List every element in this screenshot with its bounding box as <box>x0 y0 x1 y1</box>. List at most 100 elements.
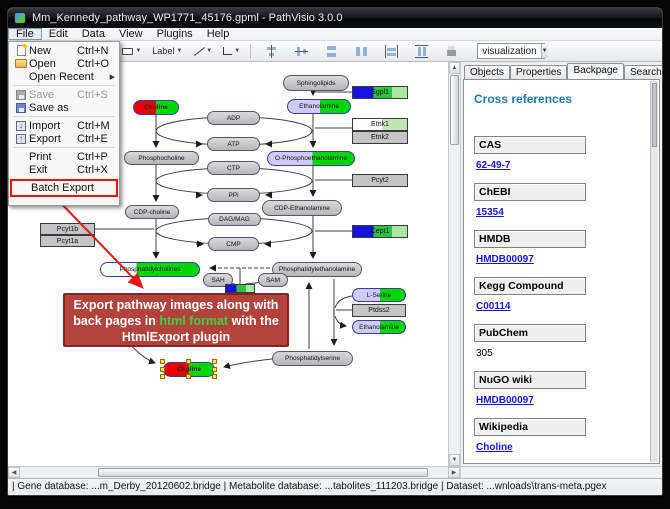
stack-horizontal-button[interactable] <box>351 43 372 60</box>
selection-handle[interactable] <box>212 367 217 372</box>
tab-properties[interactable]: Properties <box>510 65 568 79</box>
file-menu-item-import[interactable]: ↓ImportCtrl+M <box>10 119 118 132</box>
file-menu-item-open[interactable]: OpenCtrl+O <box>10 57 118 70</box>
node-etnk1[interactable]: Etnk1 <box>352 118 408 131</box>
printer-button[interactable] <box>441 43 462 60</box>
horizontal-scroll-thumb[interactable] <box>98 468 428 477</box>
node-ctp[interactable]: CTP <box>207 161 260 175</box>
file-menu-item-export[interactable]: ↑ExportCtrl+E <box>10 132 118 145</box>
menu-item-shortcut: Ctrl+M <box>77 120 115 132</box>
menu-item-label: Print <box>29 151 77 163</box>
menubar-item-view[interactable]: View <box>112 28 150 40</box>
file-menu-item-new[interactable]: NewCtrl+N <box>10 44 118 57</box>
file-menu-item-save[interactable]: SaveCtrl+S <box>10 88 118 101</box>
node-atp[interactable]: ATP <box>207 137 260 151</box>
stack-vertical-button[interactable] <box>321 43 342 60</box>
selection-handle[interactable] <box>186 374 191 379</box>
panel-scrollbar[interactable] <box>650 81 658 462</box>
saveas-icon <box>13 103 29 113</box>
xref-section-kegg-compound: Kegg CompoundC00114 <box>474 277 649 312</box>
chevron-down-icon[interactable]: ▼ <box>234 48 240 54</box>
menubar-item-plugins[interactable]: Plugins <box>150 28 200 40</box>
node-pemt[interactable] <box>225 284 255 293</box>
node-phosphocholine[interactable]: Phosphocholine <box>124 151 199 165</box>
node-ethanolamine-bottom[interactable]: Ethanolamine <box>352 320 406 334</box>
file-menu-item-open-recent[interactable]: Open Recent▶ <box>10 70 118 83</box>
menu-item-label: Open <box>29 58 77 70</box>
selection-handle[interactable] <box>160 359 165 364</box>
scroll-up-icon[interactable]: ▲ <box>449 62 460 74</box>
node-adp[interactable]: ADP <box>207 111 260 125</box>
xref-value-chebi[interactable]: 15354 <box>476 207 649 218</box>
node-cmp[interactable]: CMP <box>208 237 259 251</box>
app-icon <box>14 12 26 24</box>
scroll-right-icon[interactable]: ▶ <box>448 467 460 478</box>
canvas-vertical-scrollbar[interactable]: ▲ ▼ <box>448 62 460 466</box>
selection-handle[interactable] <box>160 374 165 379</box>
xref-value-wikipedia[interactable]: Choline <box>476 442 649 453</box>
label-tool-button[interactable]: Label ▼ <box>148 43 186 60</box>
file-menu-item-save-as[interactable]: Save as <box>10 101 118 114</box>
line-tool-button[interactable]: ▼ <box>189 43 216 60</box>
node-l-serine[interactable]: L-Serine <box>352 288 406 302</box>
xref-value-kegg-compound[interactable]: C00114 <box>476 301 649 312</box>
xref-value-hmdb[interactable]: HMDB00097 <box>476 254 649 265</box>
chevron-down-icon[interactable]: ▼ <box>176 48 182 54</box>
chevron-down-icon[interactable]: ▼ <box>206 48 212 54</box>
vertical-scroll-thumb[interactable] <box>450 75 459 145</box>
align-horizontal-center-button[interactable] <box>261 43 282 60</box>
node-sam[interactable]: SAM <box>258 273 288 287</box>
node-etnk2[interactable]: Etnk2 <box>352 131 408 144</box>
menu-item-shortcut: Ctrl+O <box>77 58 115 70</box>
menubar-item-help[interactable]: Help <box>200 28 237 40</box>
node-sphingolipids[interactable]: Sphingolipids <box>283 75 349 91</box>
node-sgpl1[interactable]: Sgpl1 <box>352 86 408 99</box>
menubar-item-data[interactable]: Data <box>75 28 112 40</box>
gene-product-tool-button[interactable]: ▼ <box>118 43 145 60</box>
file-menu-item-exit[interactable]: ExitCtrl+X <box>10 163 118 176</box>
node-ptdss2[interactable]: Ptdss2 <box>352 304 406 317</box>
xref-value-cas[interactable]: 62-49-7 <box>476 160 649 171</box>
selection-handle[interactable] <box>160 367 165 372</box>
node-pcyt2[interactable]: Pcyt2 <box>352 174 408 187</box>
file-menu-item-print[interactable]: PrintCtrl+P <box>10 150 118 163</box>
title-bar[interactable]: Mm_Kennedy_pathway_WP1771_45176.gpml - P… <box>8 8 662 28</box>
tab-objects[interactable]: Objects <box>464 65 510 79</box>
connector-tool-button[interactable]: ▼ <box>219 43 244 60</box>
node-choline-top[interactable]: Choline <box>133 100 179 115</box>
xref-header-chebi: ChEBI <box>474 183 586 201</box>
node-cdp-choline[interactable]: CDP-choline <box>125 205 179 219</box>
tab-search[interactable]: Search <box>624 65 663 79</box>
chevron-down-icon[interactable]: ▼ <box>541 44 548 58</box>
menu-item-label: Export <box>29 133 77 145</box>
selection-handle[interactable] <box>212 374 217 379</box>
node-o-phosphoethanolamine[interactable]: O-Phosphoethanolamine <box>267 151 355 166</box>
node-ppi[interactable]: PPi <box>207 188 260 202</box>
chevron-down-icon[interactable]: ▼ <box>135 48 141 54</box>
scroll-left-icon[interactable]: ◀ <box>8 467 20 478</box>
file-menu-item-batch-export[interactable]: Batch Export <box>10 179 118 197</box>
xref-value-nugo-wiki[interactable]: HMDB00097 <box>476 395 649 406</box>
visualization-combobox[interactable]: visualization ▼ <box>477 43 545 59</box>
scroll-down-icon[interactable]: ▼ <box>449 454 460 466</box>
selection-handle[interactable] <box>186 359 191 364</box>
canvas-horizontal-scrollbar[interactable]: ◀ ▶ <box>8 466 460 478</box>
annotation-highlight: html format <box>159 314 228 328</box>
node-pcyt1b[interactable]: Pcyt1b <box>40 223 95 235</box>
panel-scroll-thumb[interactable] <box>652 83 657 147</box>
node-pcyt1a[interactable]: Pcyt1a <box>40 235 95 247</box>
node-dag-mag[interactable]: DAG/MAG <box>208 213 261 226</box>
node-cept1[interactable]: Cept1 <box>352 225 408 238</box>
selection-handle[interactable] <box>212 359 217 364</box>
new-icon <box>17 45 26 56</box>
common-height-button[interactable] <box>411 43 432 60</box>
node-ethanolamine-top[interactable]: Ethanolamine <box>287 99 351 114</box>
node-phosphatidylserine[interactable]: Phosphatidylserine <box>272 351 353 366</box>
node-cdp-ethanolamine[interactable]: CDP-Ethanolamine <box>262 200 342 216</box>
menubar-item-edit[interactable]: Edit <box>42 28 75 40</box>
menubar-item-file[interactable]: File <box>8 28 42 40</box>
node-phosphatidylcholines[interactable]: Phosphatidylcholines <box>100 262 200 277</box>
common-width-button[interactable] <box>381 43 402 60</box>
align-vertical-center-button[interactable] <box>291 43 312 60</box>
tab-backpage[interactable]: Backpage <box>567 63 623 79</box>
